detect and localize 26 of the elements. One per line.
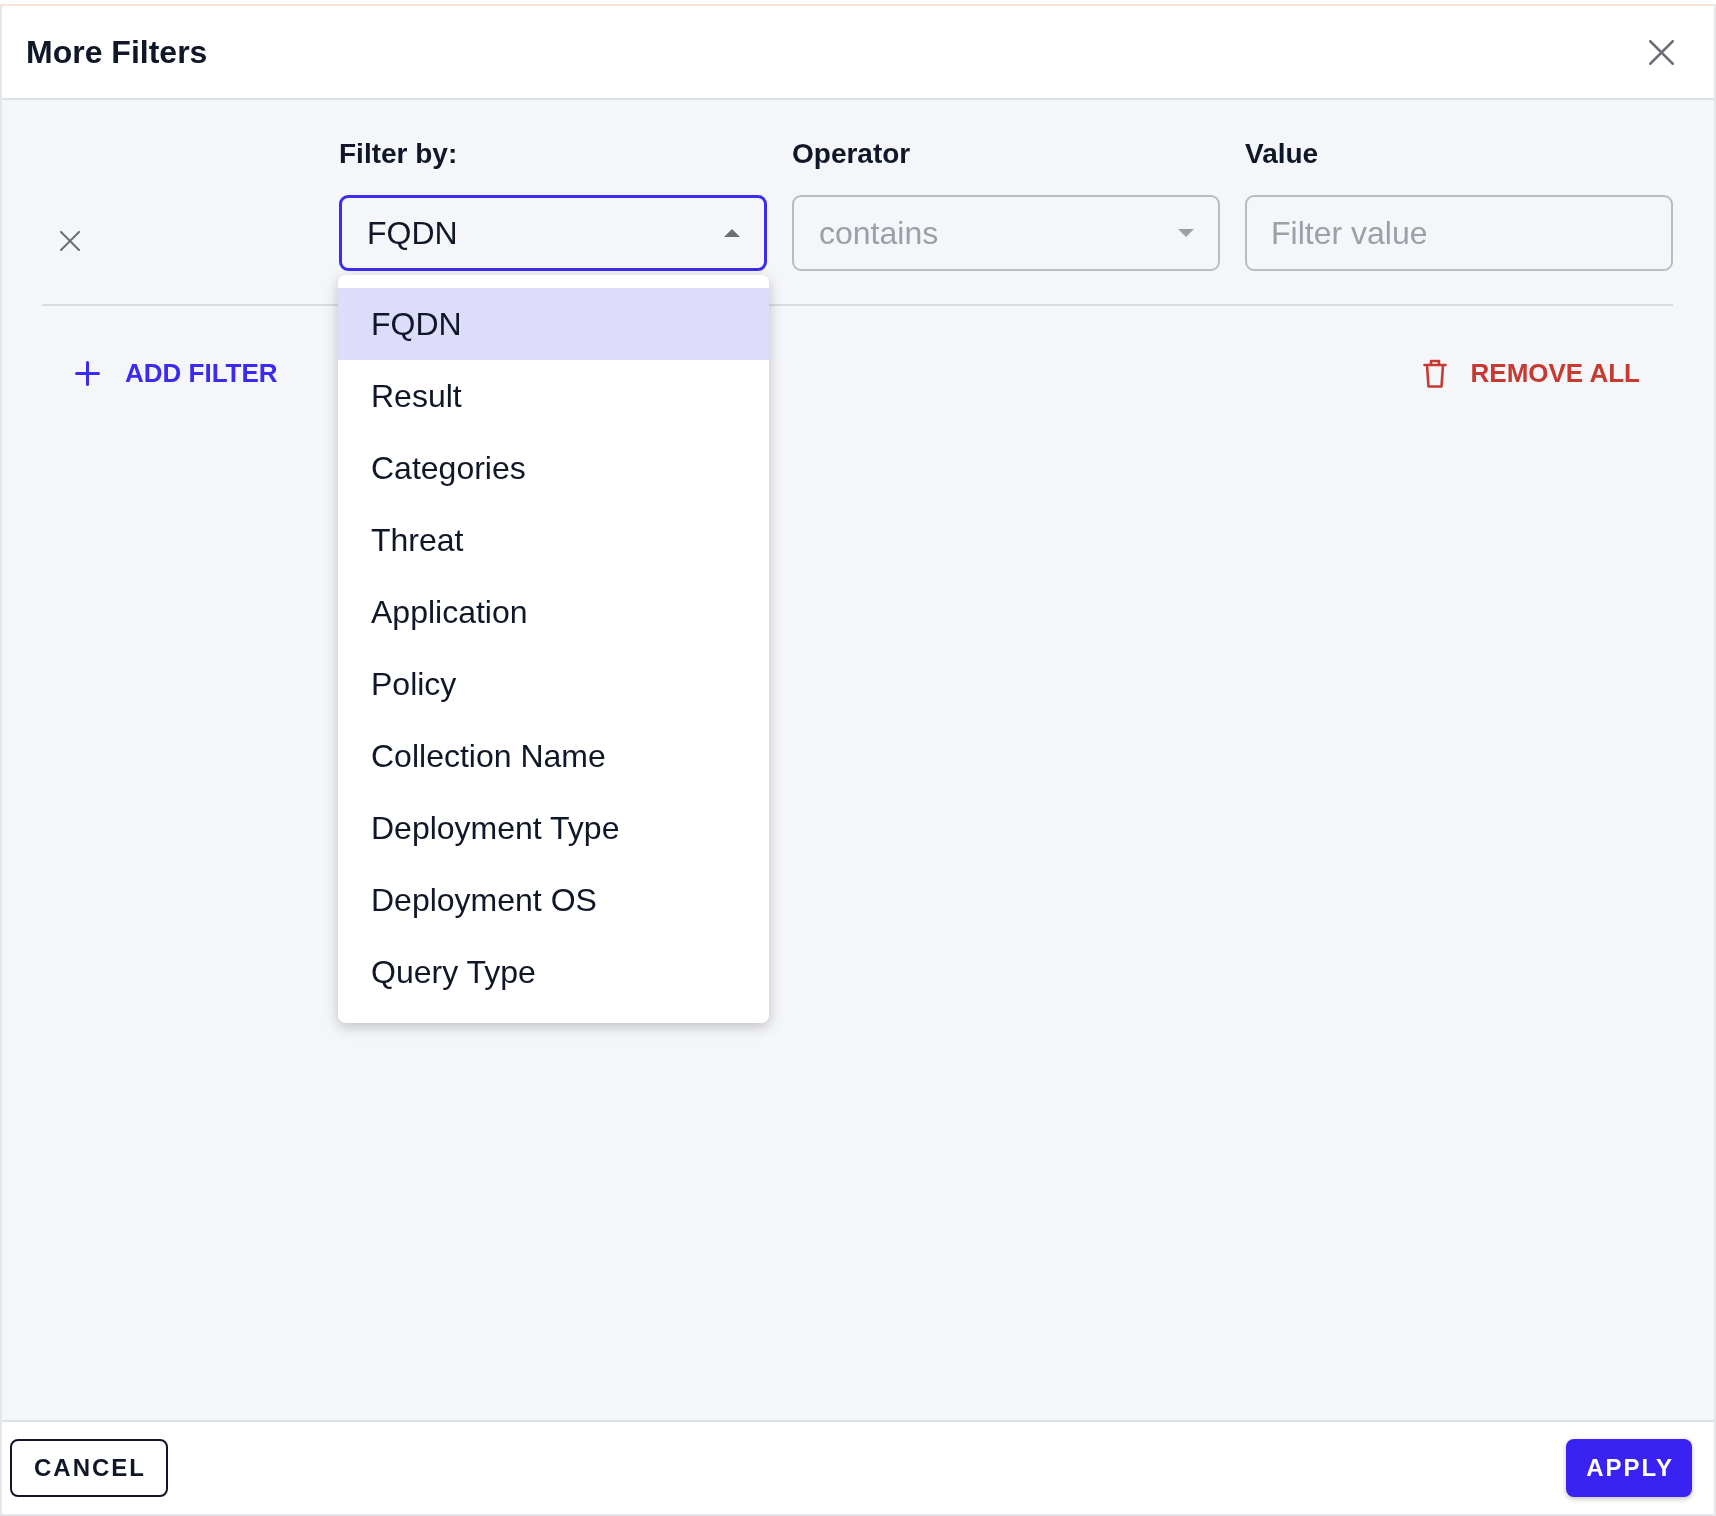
cancel-button[interactable]: CANCEL (10, 1439, 168, 1497)
dropdown-option[interactable]: Collection Name (338, 720, 769, 792)
dropdown-option[interactable]: Threat (338, 504, 769, 576)
field-label: Value (1245, 137, 1320, 171)
add-filter-button[interactable]: ADD FILTER (65, 351, 288, 395)
caret-up-icon (724, 229, 740, 237)
plus-icon (75, 360, 100, 386)
dropdown-option[interactable]: Application (338, 576, 769, 648)
field-label: Operator (792, 137, 912, 171)
field-label: Filter by: (339, 137, 459, 171)
dropdown-option[interactable]: Categories (338, 432, 769, 504)
dropdown-option[interactable]: Deployment OS (338, 864, 769, 936)
close-icon[interactable] (1649, 39, 1674, 65)
apply-button[interactable]: APPLY (1566, 1439, 1692, 1497)
close-icon[interactable] (60, 231, 80, 251)
dropdown-option[interactable]: Policy (338, 648, 769, 720)
dropdown-option[interactable]: Result (338, 360, 769, 432)
caret-down-icon (1178, 229, 1194, 237)
remove-all-button[interactable]: REMOVE ALL (1412, 351, 1650, 395)
trash-icon (1422, 358, 1447, 388)
dialog-title: More Filters (26, 33, 208, 72)
dropdown-option[interactable]: FQDN (338, 288, 769, 360)
dropdown-option[interactable]: Query Type (338, 936, 769, 1008)
dropdown-option[interactable]: Deployment Type (338, 792, 769, 864)
filter-value-input[interactable]: Filter value (1245, 195, 1673, 271)
filter-by-select[interactable]: FQDN (339, 195, 767, 271)
